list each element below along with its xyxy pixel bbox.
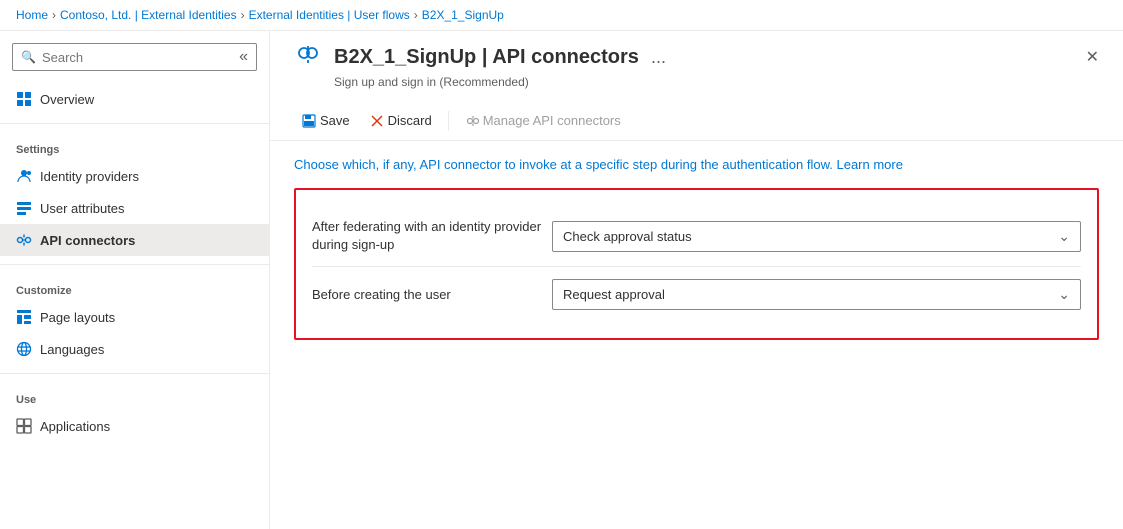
page-subtitle: Sign up and sign in (Recommended)	[334, 75, 1099, 89]
breadcrumb-b2x[interactable]: B2X_1_SignUp	[422, 8, 504, 22]
divider-1	[0, 123, 269, 124]
connector-select-2[interactable]: Request approval ⌄	[552, 279, 1081, 310]
discard-icon	[370, 114, 384, 128]
search-icon: 🔍	[21, 50, 36, 64]
divider-2	[0, 264, 269, 265]
content-area: Choose which, if any, API connector to i…	[270, 141, 1123, 529]
breadcrumb-user-flows[interactable]: External Identities | User flows	[249, 8, 410, 22]
discard-button[interactable]: Discard	[362, 109, 440, 132]
applications-label: Applications	[40, 419, 110, 434]
info-text: Choose which, if any, API connector to i…	[294, 157, 1099, 172]
divider-3	[0, 373, 269, 374]
page-title-row: B2X_1_SignUp | API connectors ... ✕	[294, 43, 1099, 71]
page-header: B2X_1_SignUp | API connectors ... ✕ Sign…	[270, 31, 1123, 101]
sidebar-item-user-attributes[interactable]: User attributes	[0, 192, 269, 224]
sidebar-item-languages[interactable]: Languages	[0, 333, 269, 365]
app-container: Home › Contoso, Ltd. | External Identiti…	[0, 0, 1123, 529]
user-attributes-label: User attributes	[40, 201, 125, 216]
languages-icon	[16, 341, 32, 357]
connector-select-text-1: Check approval status	[563, 229, 1058, 244]
manage-icon	[465, 114, 479, 128]
breadcrumb-sep-3: ›	[414, 8, 418, 22]
page-layouts-label: Page layouts	[40, 310, 115, 325]
sidebar-item-api-connectors[interactable]: API connectors	[0, 224, 269, 256]
page-title: B2X_1_SignUp | API connectors	[334, 46, 639, 69]
api-connectors-label: API connectors	[40, 233, 135, 248]
page-title-icon	[294, 43, 322, 71]
main-layout: 🔍 « Overview Settings	[0, 31, 1123, 529]
more-button[interactable]: ...	[651, 47, 666, 68]
api-connectors-icon	[16, 232, 32, 248]
selection-box: After federating with an identity provid…	[294, 188, 1099, 340]
breadcrumb-contoso[interactable]: Contoso, Ltd. | External Identities	[60, 8, 237, 22]
user-attributes-icon	[16, 200, 32, 216]
close-button[interactable]: ✕	[1086, 47, 1099, 67]
breadcrumb-home[interactable]: Home	[16, 8, 48, 22]
chevron-down-icon-1: ⌄	[1058, 228, 1070, 245]
sidebar-item-page-layouts[interactable]: Page layouts	[0, 301, 269, 333]
sidebar-item-overview[interactable]: Overview	[0, 83, 269, 115]
search-input[interactable]	[42, 50, 233, 65]
manage-connectors-button[interactable]: Manage API connectors	[457, 109, 629, 132]
save-icon	[302, 114, 316, 128]
connector-row-1: After federating with an identity provid…	[312, 206, 1081, 267]
overview-icon	[16, 91, 32, 107]
settings-section-label: Settings	[0, 132, 269, 160]
customize-section-label: Customize	[0, 273, 269, 301]
toolbar: Save Discard	[270, 101, 1123, 141]
breadcrumb: Home › Contoso, Ltd. | External Identiti…	[0, 0, 1123, 31]
connector-select-text-2: Request approval	[563, 287, 1058, 302]
toolbar-separator	[448, 111, 449, 131]
search-box[interactable]: 🔍 «	[12, 43, 257, 71]
collapse-button[interactable]: «	[239, 48, 248, 66]
breadcrumb-sep-1: ›	[52, 8, 56, 22]
sidebar: 🔍 « Overview Settings	[0, 31, 270, 529]
languages-label: Languages	[40, 342, 104, 357]
info-text-content: Choose which, if any, API connector to i…	[294, 157, 833, 172]
breadcrumb-sep-2: ›	[241, 8, 245, 22]
connector-row-2: Before creating the user Request approva…	[312, 267, 1081, 322]
applications-icon	[16, 418, 32, 434]
chevron-down-icon-2: ⌄	[1058, 286, 1070, 303]
save-label: Save	[320, 113, 350, 128]
manage-label: Manage API connectors	[483, 113, 621, 128]
use-section-label: Use	[0, 382, 269, 410]
discard-label: Discard	[388, 113, 432, 128]
identity-providers-label: Identity providers	[40, 169, 139, 184]
page-layouts-icon	[16, 309, 32, 325]
sidebar-item-identity-providers[interactable]: Identity providers	[0, 160, 269, 192]
connector-label-2: Before creating the user	[312, 286, 552, 304]
connector-label-1: After federating with an identity provid…	[312, 218, 552, 254]
connector-select-1[interactable]: Check approval status ⌄	[552, 221, 1081, 252]
sidebar-item-applications[interactable]: Applications	[0, 410, 269, 442]
identity-providers-icon	[16, 168, 32, 184]
overview-label: Overview	[40, 92, 94, 107]
page-area: B2X_1_SignUp | API connectors ... ✕ Sign…	[270, 31, 1123, 529]
save-button[interactable]: Save	[294, 109, 358, 132]
learn-more-link[interactable]: Learn more	[836, 157, 902, 172]
